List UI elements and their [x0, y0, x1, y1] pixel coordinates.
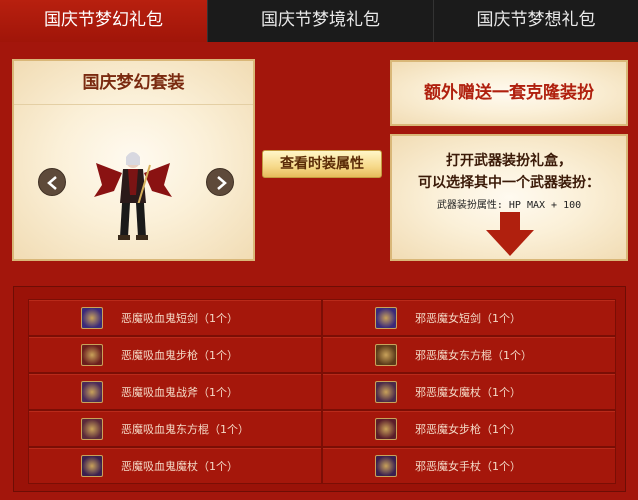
list-item: 恶魔吸血鬼步枪（1个）	[28, 336, 322, 373]
item-name: 恶魔吸血鬼魔杖（1个）	[121, 460, 238, 473]
tab-dreamland-gift[interactable]: 国庆节梦境礼包	[208, 0, 434, 42]
item-name: 邪恶魔女短剑（1个）	[415, 312, 521, 325]
down-arrow-icon	[486, 212, 534, 256]
item-icon	[375, 344, 397, 366]
item-icon	[81, 418, 103, 440]
chevron-left-icon	[47, 176, 57, 190]
item-column-vampire: 恶魔吸血鬼短剑（1个） 恶魔吸血鬼步枪（1个） 恶魔吸血鬼战斧（1个） 恶魔吸血…	[28, 299, 322, 484]
weapon-box-line2: 可以选择其中一个武器装扮：	[418, 175, 600, 191]
item-icon	[375, 418, 397, 440]
item-column-witch: 邪恶魔女短剑（1个） 邪恶魔女东方棍（1个） 邪恶魔女魔杖（1个） 邪恶魔女步枪…	[322, 299, 616, 484]
item-icon	[81, 381, 103, 403]
list-item: 恶魔吸血鬼战斧（1个）	[28, 373, 322, 410]
tab-dream-wish-gift[interactable]: 国庆节梦想礼包	[434, 0, 638, 42]
item-icon	[375, 307, 397, 329]
suit-preview-panel: 国庆梦幻套装	[12, 59, 255, 261]
list-item: 邪恶魔女短剑（1个）	[322, 299, 616, 336]
list-item: 恶魔吸血鬼短剑（1个）	[28, 299, 322, 336]
weapon-attribute-text: 武器装扮属性: HP MAX + 100	[436, 200, 582, 211]
item-icon	[81, 307, 103, 329]
chevron-right-icon	[217, 176, 227, 190]
list-item: 邪恶魔女步枪（1个）	[322, 410, 616, 447]
item-name: 恶魔吸血鬼东方棍（1个）	[121, 423, 249, 436]
list-item: 恶魔吸血鬼魔杖（1个）	[28, 447, 322, 484]
item-icon	[81, 344, 103, 366]
vampire-costume-figure	[92, 145, 174, 243]
view-costume-attributes-button[interactable]: 查看时装属性	[262, 150, 382, 178]
item-list-panel: 恶魔吸血鬼短剑（1个） 恶魔吸血鬼步枪（1个） 恶魔吸血鬼战斧（1个） 恶魔吸血…	[13, 286, 626, 492]
weapon-box-line1: 打开武器装扮礼盒，	[446, 153, 572, 169]
next-arrow-button[interactable]	[206, 168, 234, 196]
item-name: 邪恶魔女步枪（1个）	[415, 423, 521, 436]
item-name: 恶魔吸血鬼步枪（1个）	[121, 349, 238, 362]
suit-title: 国庆梦幻套装	[14, 61, 253, 105]
list-item: 恶魔吸血鬼东方棍（1个）	[28, 410, 322, 447]
prev-arrow-button[interactable]	[38, 168, 66, 196]
list-item: 邪恶魔女手杖（1个）	[322, 447, 616, 484]
item-icon	[375, 381, 397, 403]
list-item: 邪恶魔女魔杖（1个）	[322, 373, 616, 410]
weapon-gift-box-panel: 打开武器装扮礼盒， 可以选择其中一个武器装扮： 武器装扮属性: HP MAX +…	[390, 134, 628, 261]
item-icon	[375, 455, 397, 477]
bonus-clone-outfit-box: 额外赠送一套克隆装扮	[390, 60, 628, 126]
item-name: 恶魔吸血鬼短剑（1个）	[121, 312, 238, 325]
item-name: 邪恶魔女魔杖（1个）	[415, 386, 521, 399]
list-item: 邪恶魔女东方棍（1个）	[322, 336, 616, 373]
item-icon	[81, 455, 103, 477]
item-name: 邪恶魔女手杖（1个）	[415, 460, 521, 473]
item-name: 恶魔吸血鬼战斧（1个）	[121, 386, 238, 399]
tab-bar: 国庆节梦幻礼包 国庆节梦境礼包 国庆节梦想礼包	[0, 0, 638, 42]
tab-dream-gift[interactable]: 国庆节梦幻礼包	[0, 0, 208, 42]
bonus-text: 额外赠送一套克隆装扮	[424, 83, 594, 103]
item-name: 邪恶魔女东方棍（1个）	[415, 349, 532, 362]
